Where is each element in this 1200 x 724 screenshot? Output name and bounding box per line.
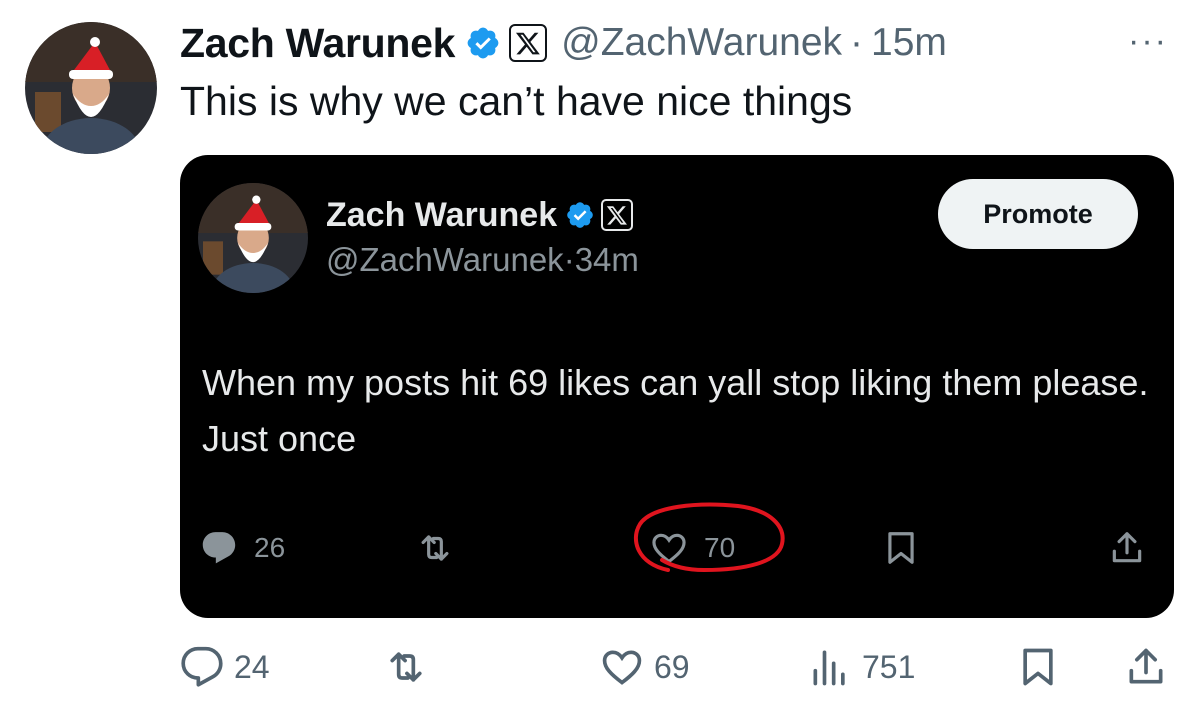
tweet-header: Zach Warunek @ZachWarunek · 15m [180, 14, 947, 72]
share-icon [1129, 648, 1163, 684]
quoted-tweet-text: When my posts hit 69 likes can yall stop… [202, 362, 1149, 459]
embedded-screenshot[interactable]: Zach Warunek @ZachWarunek·34m Promote Wh… [180, 155, 1174, 618]
bookmark-button[interactable] [1016, 640, 1060, 694]
quoted-reply-count: 26 [254, 532, 286, 563]
bookmark-icon [1023, 648, 1053, 686]
quoted-author-name: Zach Warunek [326, 195, 558, 234]
retweet-icon [421, 535, 449, 561]
views-button[interactable]: 751 [808, 640, 915, 694]
quoted-author-avatar [198, 183, 308, 293]
views-icon [813, 650, 845, 686]
retweet-icon [390, 652, 422, 682]
quoted-post-time: 34m [574, 241, 639, 278]
quoted-share [1108, 523, 1146, 573]
tweet-text: This is why we can’t have nice things [180, 78, 853, 124]
more-options-icon[interactable]: ··· [1128, 24, 1168, 58]
quoted-reply: 26 [200, 523, 285, 573]
quoted-handle-row: @ZachWarunek·34m [326, 241, 639, 279]
separator-dot: · [563, 241, 575, 278]
quoted-header: Zach Warunek [326, 193, 634, 237]
verified-icon [567, 202, 593, 228]
red-circle-annotation [634, 502, 785, 573]
x-logo-icon [601, 199, 634, 231]
heart-icon [602, 650, 642, 685]
tweet-action-bar: 24 69 751 [0, 640, 1200, 694]
retweet-button[interactable] [384, 640, 428, 694]
share-icon [1112, 532, 1142, 563]
author-handle[interactable]: @ZachWarunek [561, 21, 842, 65]
verified-icon [467, 27, 499, 59]
separator-dot: · [850, 21, 864, 64]
post-time[interactable]: 15m [871, 21, 947, 65]
quoted-author-handle: @ZachWarunek [326, 241, 564, 278]
like-count: 69 [654, 648, 690, 685]
x-logo-icon [509, 24, 548, 62]
reply-count: 24 [234, 648, 270, 685]
promote-button: Promote [938, 179, 1138, 249]
quoted-retweet [416, 523, 454, 573]
like-button[interactable]: 69 [600, 640, 690, 694]
views-count: 751 [862, 648, 916, 685]
reply-button[interactable]: 24 [180, 640, 270, 694]
author-name[interactable]: Zach Warunek [180, 20, 455, 67]
quoted-bookmark [882, 523, 920, 573]
share-button[interactable] [1124, 640, 1168, 694]
author-avatar[interactable] [25, 22, 157, 154]
bookmark-icon [888, 532, 914, 564]
reply-icon [202, 532, 236, 564]
reply-icon [181, 646, 223, 687]
